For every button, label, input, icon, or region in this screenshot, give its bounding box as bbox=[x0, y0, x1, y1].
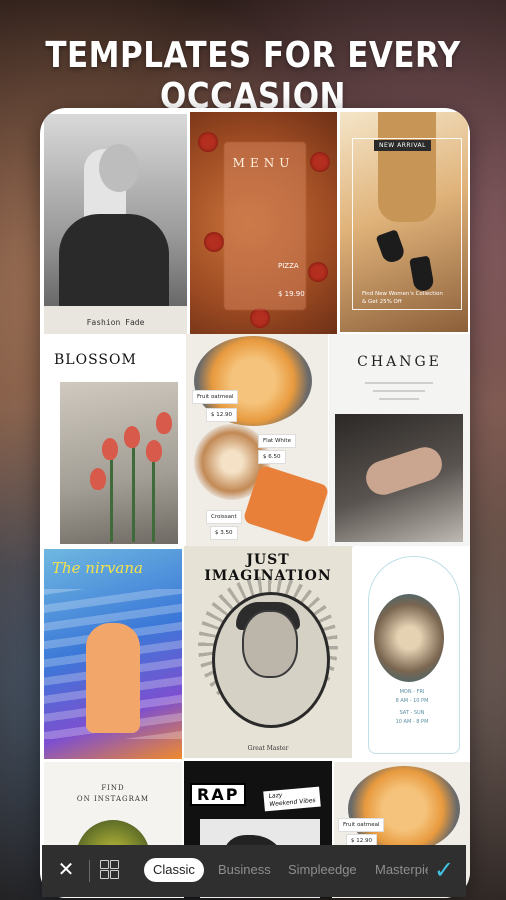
photo-person bbox=[361, 442, 447, 500]
menu-title: MENU bbox=[232, 156, 295, 170]
rap-label: RAP bbox=[190, 783, 247, 806]
category-tabs: Classic Business Simpleedge Masterpiece bbox=[138, 855, 428, 887]
tab-masterpiece[interactable]: Masterpiece bbox=[375, 858, 428, 882]
tag-name: Croissant bbox=[211, 514, 237, 520]
hours-line: 8 AM - 10 PM bbox=[395, 698, 429, 704]
tulip-stem bbox=[132, 442, 135, 542]
instagram-line: FIND bbox=[101, 784, 125, 792]
cafe-photo bbox=[374, 594, 444, 682]
hours-line: MON - FRI bbox=[399, 689, 425, 695]
menu-dish: PIZZA bbox=[278, 262, 299, 270]
template-caption: Fashion Fade bbox=[86, 318, 145, 327]
template-blossom[interactable]: BLOSSOM bbox=[44, 338, 185, 546]
bed-photo bbox=[335, 414, 463, 542]
blossom-title: BLOSSOM bbox=[54, 352, 137, 368]
arrival-badge: NEW ARRIVAL bbox=[374, 140, 431, 151]
category-toolbar: ✕ Classic Business Simpleedge Masterpiec… bbox=[42, 845, 466, 897]
template-new-arrival[interactable]: NEW ARRIVAL Find New Women's Collection … bbox=[340, 112, 468, 332]
checkmark-icon[interactable]: ✓ bbox=[430, 855, 458, 885]
pizza-topping bbox=[308, 262, 328, 282]
template-change[interactable]: CHANGE bbox=[329, 334, 470, 548]
hours-line: SAT - SUN bbox=[399, 710, 425, 716]
arrival-promo: Find New Women's Collection & Get 25% Of… bbox=[362, 290, 443, 306]
menu-price: $ 19.90 bbox=[278, 290, 305, 298]
tag-price: $ 12.90 bbox=[351, 838, 372, 844]
template-nirvana[interactable]: The nirvana bbox=[44, 549, 182, 759]
price-tag: Flat White bbox=[258, 434, 296, 448]
photo-head bbox=[99, 144, 139, 192]
tab-classic[interactable]: Classic bbox=[144, 858, 204, 882]
tag-price: $ 3.50 bbox=[215, 530, 233, 536]
pizza-topping bbox=[250, 308, 270, 328]
pizza-topping bbox=[204, 232, 224, 252]
imagination-caption: Great Master bbox=[247, 745, 289, 752]
template-cafe[interactable]: MON - FRI 8 AM - 10 PM SAT - SUN 10 AM -… bbox=[354, 546, 470, 758]
pizza-topping bbox=[198, 132, 218, 152]
tulip bbox=[124, 426, 140, 448]
template-food-menu[interactable]: Fruit oatmeal $ 12.90 Flat White $ 6.50 … bbox=[186, 334, 328, 546]
tulip-stem bbox=[152, 456, 155, 542]
template-frame bbox=[352, 138, 462, 310]
tag-name: Fruit oatmeal bbox=[197, 394, 234, 400]
tag-price: $ 12.90 bbox=[211, 412, 232, 418]
imagination-title: JUST IMAGINATION bbox=[204, 552, 332, 584]
tag-name: Flat White bbox=[263, 438, 291, 444]
price-tag: $ 6.50 bbox=[258, 450, 286, 464]
photo-figure bbox=[86, 623, 140, 733]
nirvana-title: The nirvana bbox=[52, 559, 143, 577]
price-tag: $ 3.50 bbox=[210, 526, 238, 540]
instagram-line: ON INSTAGRAM bbox=[76, 795, 150, 803]
template-fashion-fade[interactable]: Fashion Fade bbox=[44, 114, 187, 334]
photo-body bbox=[59, 214, 169, 309]
price-tag: Fruit oatmeal bbox=[338, 818, 385, 832]
tag-name: Fruit oatmeal bbox=[343, 822, 380, 828]
divider-line bbox=[365, 382, 433, 384]
tulip bbox=[156, 412, 172, 434]
change-title: CHANGE bbox=[357, 354, 442, 370]
tulip bbox=[146, 440, 162, 462]
portrait-face bbox=[242, 610, 298, 678]
template-menu[interactable]: MENU PIZZA $ 19.90 bbox=[190, 112, 337, 334]
tulip-stem bbox=[110, 452, 113, 542]
tulip bbox=[102, 438, 118, 460]
template-grid: Fashion Fade MENU PIZZA $ 19.90 NEW ARRI… bbox=[40, 108, 470, 898]
divider-line bbox=[373, 390, 425, 392]
price-tag: Fruit oatmeal bbox=[192, 390, 239, 404]
promo-line: Find New Women's Collection bbox=[362, 291, 443, 297]
promo-line: & Get 25% Off bbox=[362, 299, 402, 305]
divider-line bbox=[379, 398, 419, 400]
tab-simpleedge[interactable]: Simpleedge bbox=[288, 858, 357, 882]
price-tag: $ 12.90 bbox=[206, 408, 237, 422]
tulip bbox=[90, 468, 106, 490]
rap-note: Lazy Weekend Vibes bbox=[263, 786, 322, 812]
tag-price: $ 6.50 bbox=[263, 454, 281, 460]
hours-line: 10 AM - 8 PM bbox=[395, 719, 429, 725]
tab-business[interactable]: Business bbox=[218, 858, 271, 882]
headline: TEMPLATES FOR EVERY OCCASION bbox=[45, 34, 461, 118]
toolbar-divider bbox=[89, 860, 90, 882]
template-just-imagination[interactable]: JUST IMAGINATION Great Master bbox=[184, 546, 352, 758]
layout-grid-icon[interactable] bbox=[100, 860, 120, 880]
tulips-photo bbox=[60, 382, 178, 544]
close-icon[interactable]: ✕ bbox=[54, 857, 78, 881]
phone-frame: Fashion Fade MENU PIZZA $ 19.90 NEW ARRI… bbox=[40, 108, 470, 898]
price-tag: Croissant bbox=[206, 510, 242, 524]
